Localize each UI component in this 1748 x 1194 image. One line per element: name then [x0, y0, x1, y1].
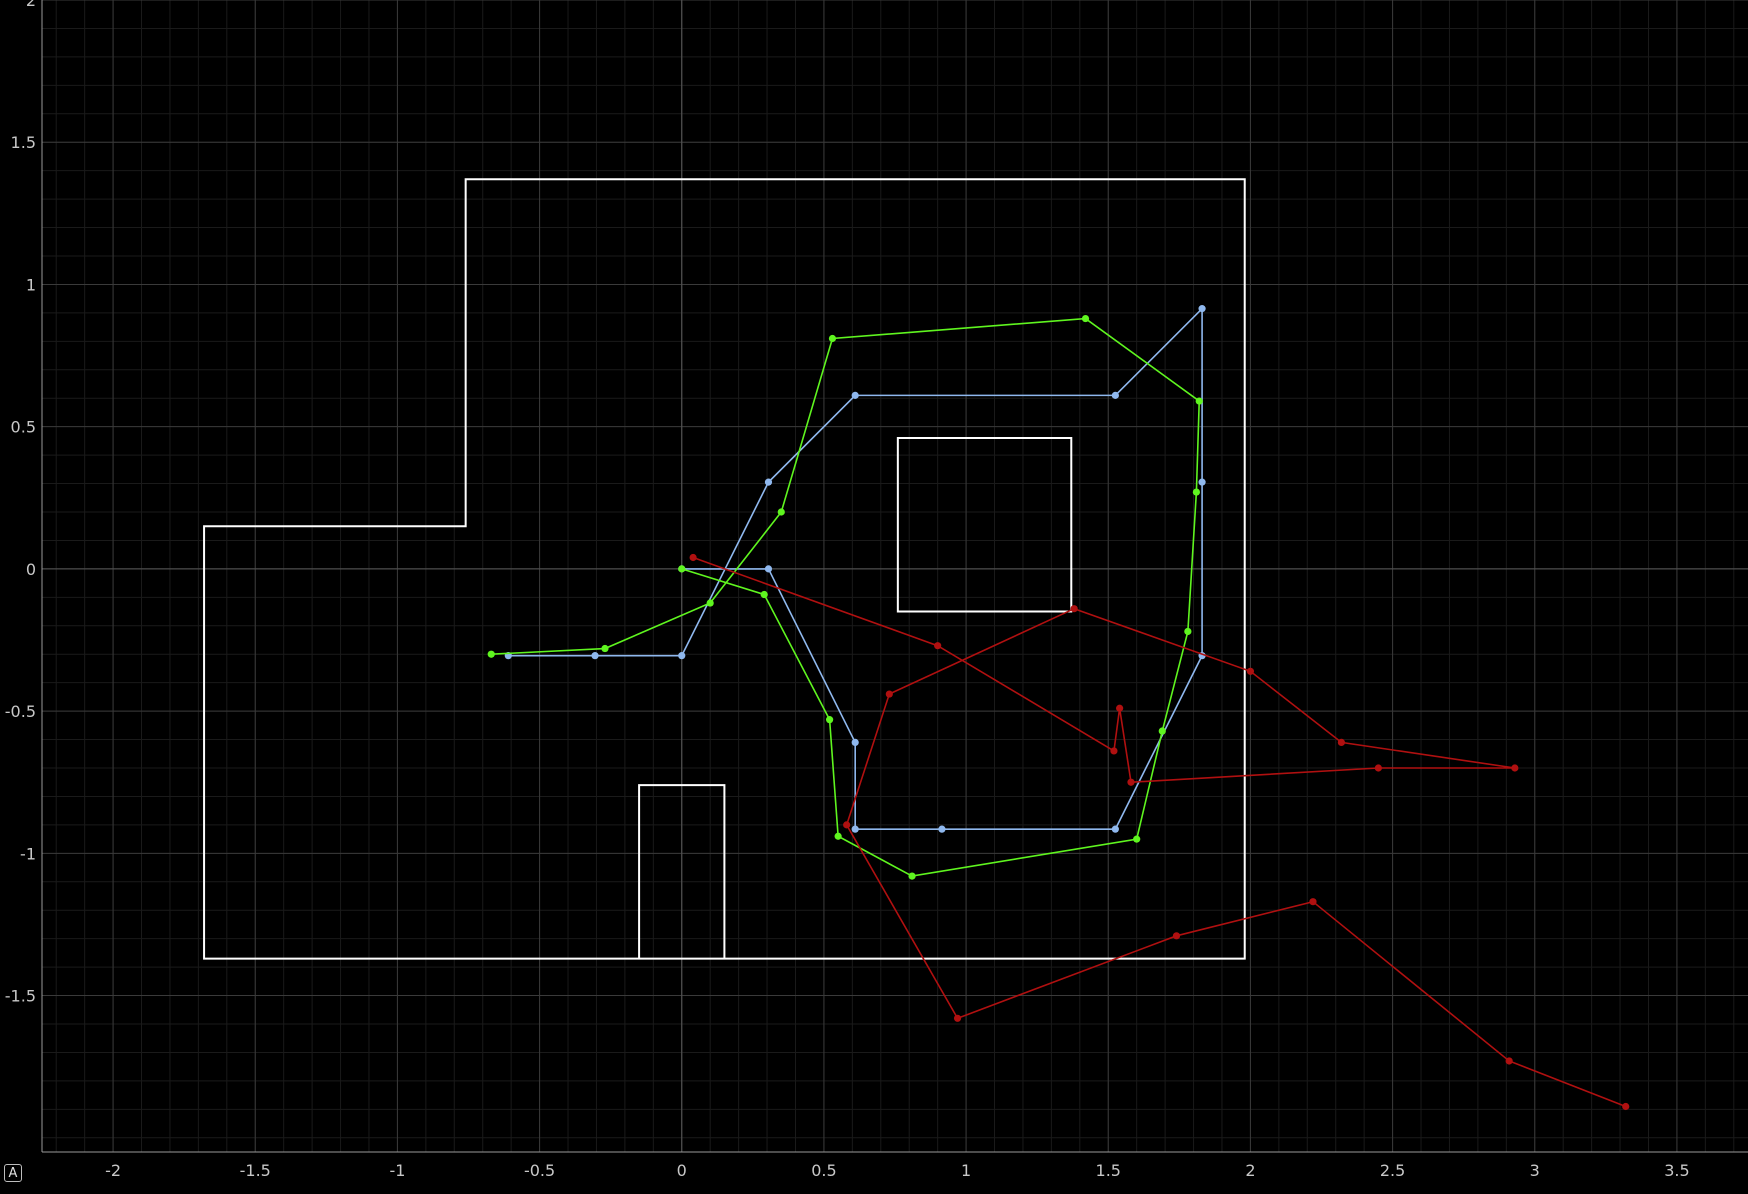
series-3-point [1070, 605, 1078, 613]
series-1-point [1198, 478, 1206, 486]
series-2-point [826, 716, 834, 724]
x-tick-label: 1 [961, 1161, 971, 1180]
series-3-point [1309, 898, 1317, 906]
series-3-point [1127, 778, 1135, 786]
series-3-point [1374, 764, 1382, 772]
y-tick-label: -1 [20, 844, 36, 863]
series-3-point [1511, 764, 1519, 772]
series-2-point [908, 872, 916, 880]
series-2-point [777, 508, 785, 516]
series-2-point [760, 590, 768, 599]
x-tick-label: -1.5 [240, 1161, 271, 1180]
series-1-point [764, 478, 773, 486]
axes [41, 0, 1748, 1153]
series-2-point [834, 832, 842, 840]
series-3-point [934, 642, 942, 650]
autoscale-button[interactable]: A [4, 1164, 22, 1182]
y-tick-label: 1 [26, 275, 36, 294]
series-2-point [1192, 488, 1200, 496]
series-3-point [843, 821, 851, 829]
series-1-point [1111, 825, 1119, 833]
series-3-point [953, 1014, 962, 1022]
series-2-point [1133, 835, 1141, 843]
series-3-point [1116, 704, 1124, 712]
series-3-point [1337, 738, 1346, 747]
series-3-point [1622, 1102, 1630, 1111]
series-2-point [1158, 727, 1166, 735]
minor-grid [42, 0, 1748, 1152]
y-tick-label: 0 [26, 560, 36, 579]
series-2-point [1081, 314, 1090, 323]
series-1-point [764, 565, 773, 573]
x-tick-label: 2 [1245, 1161, 1255, 1180]
x-tick-label: -2 [105, 1161, 121, 1180]
series-1-point [591, 652, 599, 660]
series-2-point [601, 644, 609, 653]
x-tick-label: 3.5 [1664, 1161, 1689, 1180]
major-grid [42, 0, 1748, 1152]
series-2-point [1184, 627, 1192, 636]
series-1-point [851, 391, 859, 399]
series-3-point [885, 690, 893, 698]
y-tick-label: 2 [26, 0, 36, 10]
series-3-point [1505, 1057, 1513, 1065]
series-3-point [1246, 667, 1255, 675]
series-1-point [1111, 391, 1119, 399]
plot-area[interactable]: -2 -1.5 -1 -0.5 0 0.5 1 1.5 2 2.5 3 3.5 2 1.5 1 0.5 0 -0.… [0, 0, 1748, 1194]
series-2-point [828, 334, 837, 343]
series-2-point [487, 650, 495, 658]
series-1-point [851, 738, 859, 747]
series-2-point [1195, 397, 1203, 405]
series-1-point [938, 825, 946, 833]
x-tick-label: 3 [1530, 1161, 1540, 1180]
data-series [487, 305, 1630, 1111]
x-tick-label: 1.5 [1096, 1161, 1121, 1180]
x-tick-label: 2.5 [1380, 1161, 1405, 1180]
series-1-point [678, 652, 686, 660]
y-tick-label: 1.5 [11, 133, 36, 152]
series-3-point [1172, 932, 1181, 940]
series-1-point [1198, 305, 1206, 313]
series-2-point [706, 599, 714, 607]
y-tick-label: 0.5 [11, 418, 36, 437]
series-1-point [851, 825, 859, 833]
y-tick-label: -1.5 [5, 987, 36, 1006]
map-outline-2 [896, 437, 1073, 613]
x-tick-label: -1 [389, 1161, 405, 1180]
x-tick-label: -0.5 [524, 1161, 555, 1180]
series-3-point [1110, 747, 1118, 755]
series-3-point [689, 553, 697, 562]
x-tick-label: 0.5 [811, 1161, 836, 1180]
x-tick-label: 0 [677, 1161, 687, 1180]
y-tick-label: -0.5 [5, 702, 36, 721]
series-2-point [678, 565, 686, 573]
